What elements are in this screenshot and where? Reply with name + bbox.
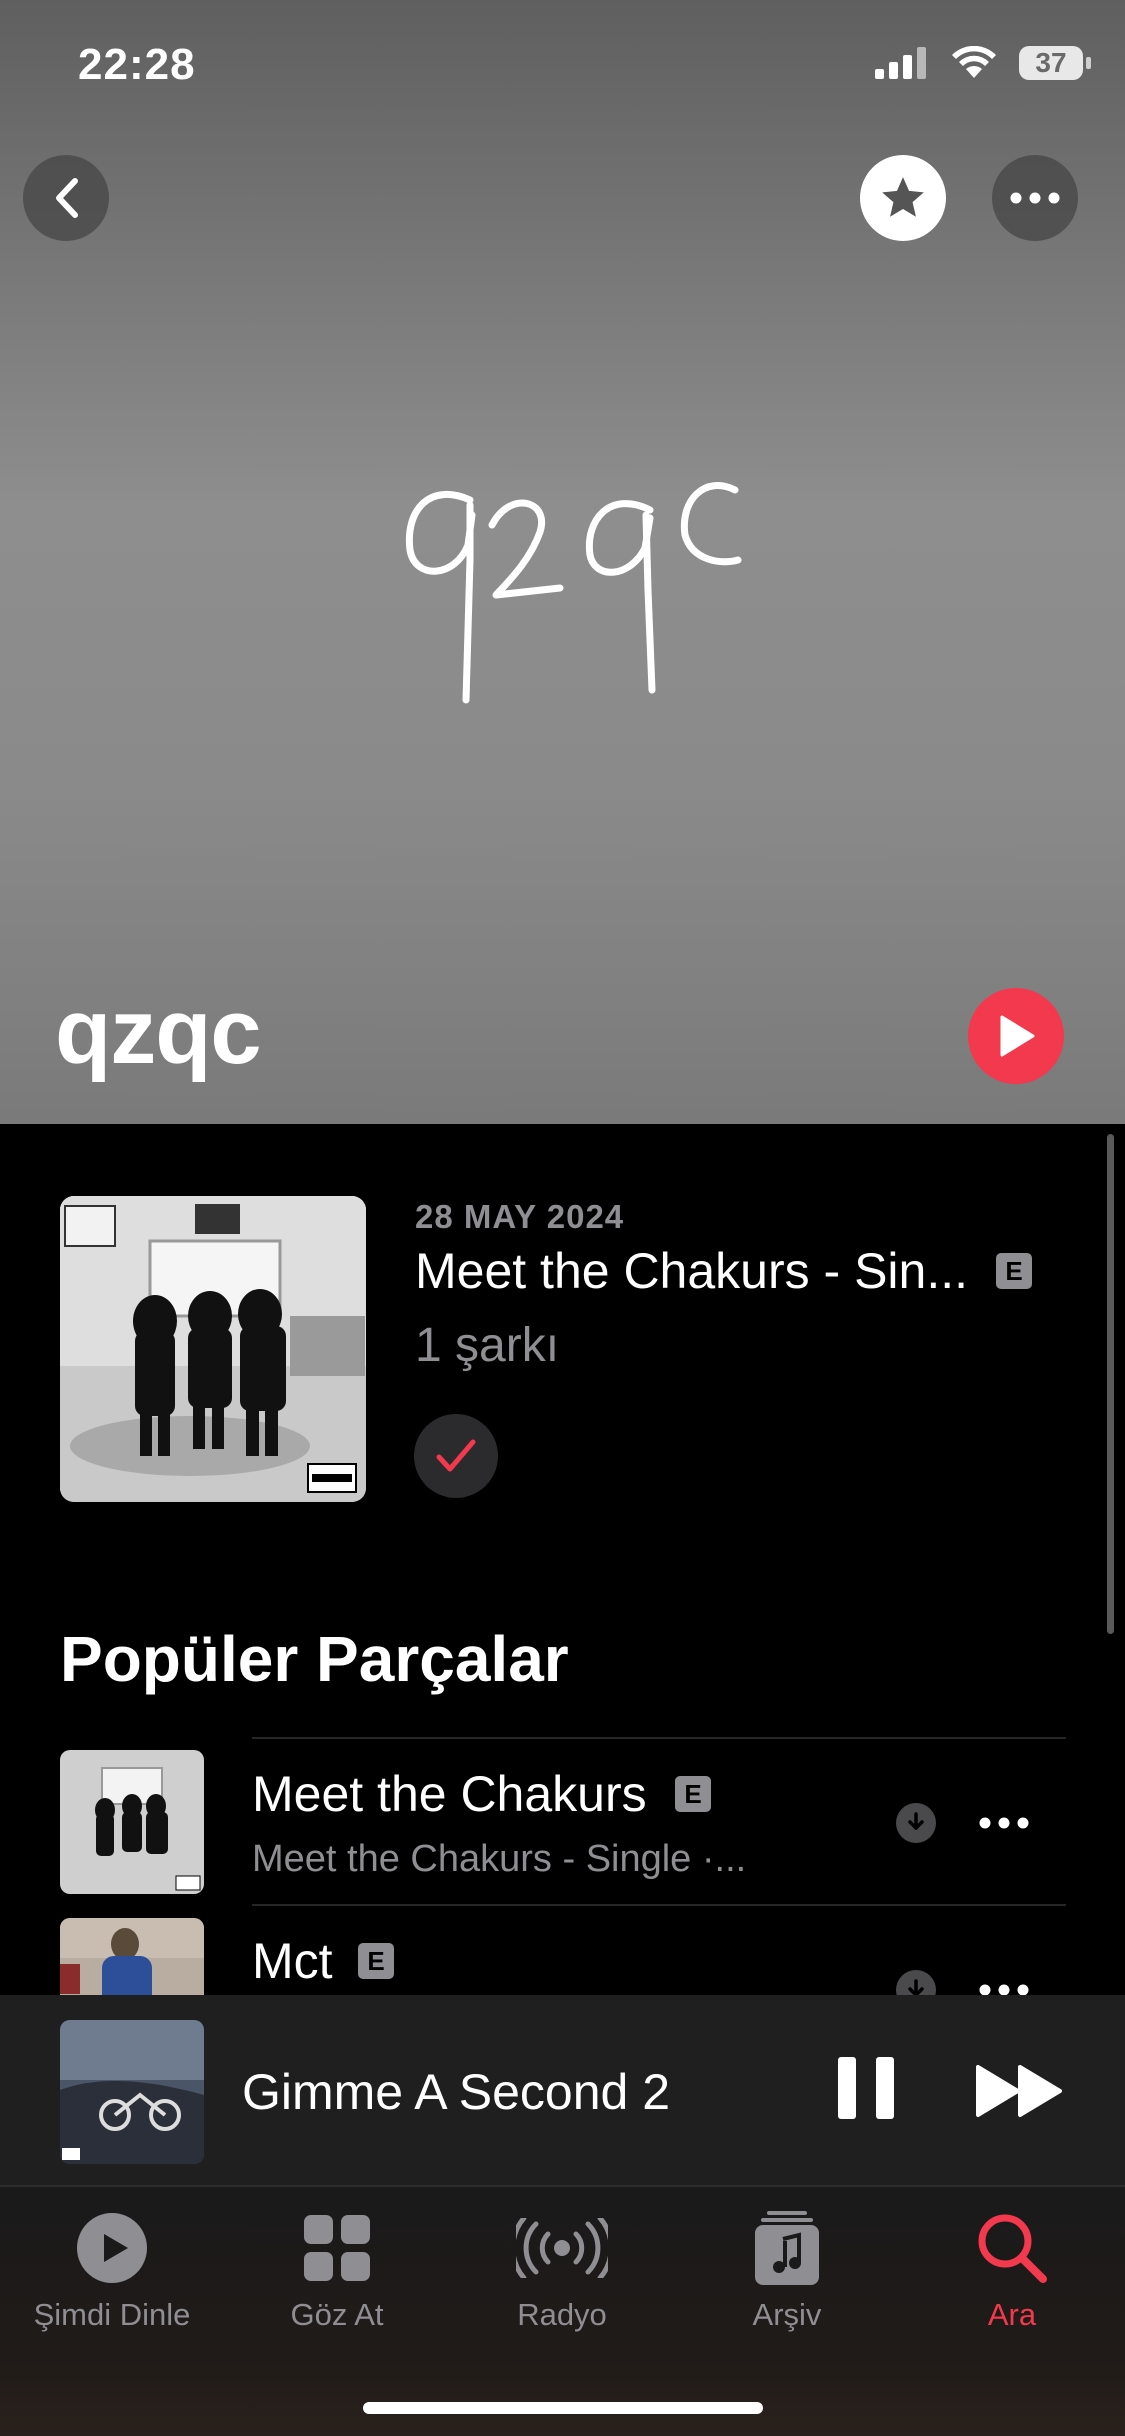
divider [252, 1737, 1066, 1739]
tab-label: Göz At [290, 2297, 384, 2332]
grid-icon [304, 2215, 370, 2281]
radio-icon [516, 2218, 608, 2278]
artist-name: qzqc [55, 981, 262, 1083]
divider [252, 1904, 1066, 1906]
play-circle-icon [77, 2213, 147, 2283]
mini-player[interactable]: Gimme A Second 2 [0, 1995, 1125, 2187]
tab-listen-now[interactable]: Şimdi Dinle [12, 2207, 212, 2333]
tab-library[interactable]: Arşiv [687, 2207, 887, 2333]
pause-icon [838, 2057, 856, 2119]
download-button[interactable] [896, 1803, 936, 1843]
battery-icon: 37 [1019, 46, 1091, 80]
library-icon [755, 2211, 819, 2285]
release-title[interactable]: Meet the Chakurs - Sin... [415, 1242, 968, 1300]
wifi-icon [952, 46, 996, 78]
track-cover-icon [60, 1750, 204, 1894]
tab-label: Arşiv [752, 2297, 822, 2332]
home-indicator[interactable] [363, 2402, 763, 2414]
more-options-button[interactable] [992, 155, 1078, 241]
track-more-button[interactable] [974, 1803, 1034, 1843]
favorite-button[interactable] [860, 155, 946, 241]
now-playing-title[interactable]: Gimme A Second 2 [242, 2063, 670, 2121]
release-artwork[interactable] [60, 1196, 366, 1502]
explicit-badge: E [996, 1253, 1032, 1289]
play-icon [1000, 1015, 1035, 1057]
download-arrow-icon [908, 1812, 924, 1830]
pause-button[interactable] [838, 2057, 894, 2123]
tab-radio[interactable]: Radyo [462, 2207, 662, 2333]
track-artwork[interactable] [60, 1750, 204, 1894]
tab-label: Radyo [517, 2297, 607, 2332]
artist-logo-icon [405, 482, 742, 704]
tab-search[interactable]: Ara [912, 2207, 1112, 2333]
pause-icon [876, 2057, 894, 2119]
status-icons: 37 [875, 46, 1091, 80]
checkmark-icon [436, 1439, 476, 1472]
explicit-badge: E [358, 1943, 394, 1979]
tab-browse[interactable]: Göz At [237, 2207, 437, 2333]
skip-forward-icon[interactable] [974, 2063, 1066, 2119]
now-playing-cover-icon [60, 2020, 204, 2164]
chevron-left-icon [56, 178, 78, 218]
status-time: 22:28 [78, 40, 196, 89]
ellipsis-icon [979, 1817, 1029, 1829]
album-cover-icon [60, 1196, 366, 1502]
tab-label: Ara [987, 2297, 1037, 2332]
play-artist-button[interactable] [968, 988, 1064, 1084]
scrollbar[interactable] [1107, 1134, 1114, 1634]
star-icon [882, 177, 924, 217]
now-playing-artwork[interactable] [60, 2020, 204, 2164]
release-date: 28 MAY 2024 [415, 1198, 625, 1235]
section-title-popular[interactable]: Popüler Parçalar [60, 1622, 569, 1696]
artist-hero: 22:28 37 qzqc [0, 0, 1125, 1124]
explicit-badge: E [675, 1776, 711, 1812]
tab-bar: Şimdi Dinle Göz At Radyo Arşiv Ara [0, 2187, 1125, 2436]
tab-label: Şimdi Dinle [33, 2297, 191, 2332]
search-icon [978, 2214, 1047, 2283]
track-title[interactable]: Mct [252, 1932, 333, 1990]
track-subtitle: Meet the Chakurs - Single ·... [252, 1838, 747, 1880]
release-track-count: 1 şarkı [415, 1319, 560, 1372]
added-to-library-button[interactable] [414, 1414, 498, 1498]
signal-icon [875, 47, 926, 79]
back-button[interactable] [23, 155, 109, 241]
ellipsis-icon [1010, 192, 1060, 204]
track-title[interactable]: Meet the Chakurs [252, 1765, 647, 1823]
